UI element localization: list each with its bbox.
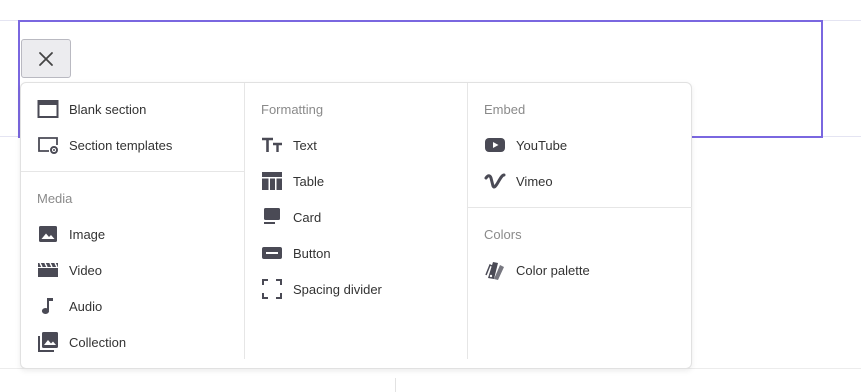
video-icon — [37, 259, 59, 281]
menu-item-label: Vimeo — [516, 173, 553, 189]
menu-item-table[interactable]: Table — [261, 167, 324, 195]
menu-item-section-templates[interactable]: Section templates — [37, 131, 172, 159]
menu-item-card[interactable]: Card — [261, 203, 321, 231]
menu-item-label: Blank section — [69, 101, 147, 117]
text-icon — [261, 134, 283, 156]
menu-item-spacing-divider[interactable]: Spacing divider — [261, 275, 382, 303]
menu-item-youtube[interactable]: YouTube — [484, 131, 567, 159]
button-icon — [261, 242, 283, 264]
menu-item-label: Image — [69, 226, 106, 242]
menu-column-formatting: Formatting Text Table Card Button Spacin… — [244, 83, 467, 359]
colors-heading: Colors — [484, 227, 522, 242]
menu-column-embed: Embed YouTube Vimeo Colors Color palette — [467, 83, 692, 359]
menu-item-label: Video — [69, 262, 103, 278]
youtube-icon — [484, 134, 506, 156]
collection-icon — [37, 331, 59, 353]
close-button[interactable] — [21, 39, 71, 78]
menu-item-audio[interactable]: Audio — [37, 292, 102, 320]
add-block-menu: Blank section Section templates Media Im… — [20, 82, 692, 369]
menu-item-label: Text — [293, 137, 317, 153]
section-templates-icon — [37, 134, 59, 156]
color-palette-icon — [484, 259, 506, 281]
image-icon — [37, 223, 59, 245]
card-icon — [261, 206, 283, 228]
menu-divider — [468, 207, 692, 208]
menu-item-label: Collection — [69, 334, 127, 350]
menu-item-label: Table — [293, 173, 325, 189]
embed-heading: Embed — [484, 102, 526, 117]
media-heading: Media — [37, 191, 73, 206]
audio-icon — [37, 295, 59, 317]
menu-item-label: Audio — [69, 298, 103, 314]
spacing-divider-icon — [261, 278, 283, 300]
menu-divider — [21, 171, 244, 172]
menu-item-label: YouTube — [516, 137, 568, 153]
formatting-heading: Formatting — [261, 102, 324, 117]
menu-item-image[interactable]: Image — [37, 220, 105, 248]
menu-item-blank-section[interactable]: Blank section — [37, 95, 146, 123]
menu-item-label: Spacing divider — [293, 281, 382, 297]
menu-item-label: Section templates — [69, 137, 173, 153]
menu-item-button[interactable]: Button — [261, 239, 331, 267]
menu-item-label: Button — [293, 245, 331, 261]
menu-item-text[interactable]: Text — [261, 131, 317, 159]
menu-item-collection[interactable]: Collection — [37, 328, 126, 356]
vimeo-icon — [484, 170, 506, 192]
menu-item-video[interactable]: Video — [37, 256, 102, 284]
column-guide — [395, 378, 396, 392]
menu-item-vimeo[interactable]: Vimeo — [484, 167, 553, 195]
menu-item-label: Color palette — [516, 262, 590, 278]
menu-item-color-palette[interactable]: Color palette — [484, 256, 590, 284]
menu-column-sections: Blank section Section templates Media Im… — [21, 83, 244, 359]
close-icon — [38, 51, 54, 67]
blank-section-icon — [37, 98, 59, 120]
table-icon — [261, 170, 283, 192]
menu-item-label: Card — [293, 209, 322, 225]
